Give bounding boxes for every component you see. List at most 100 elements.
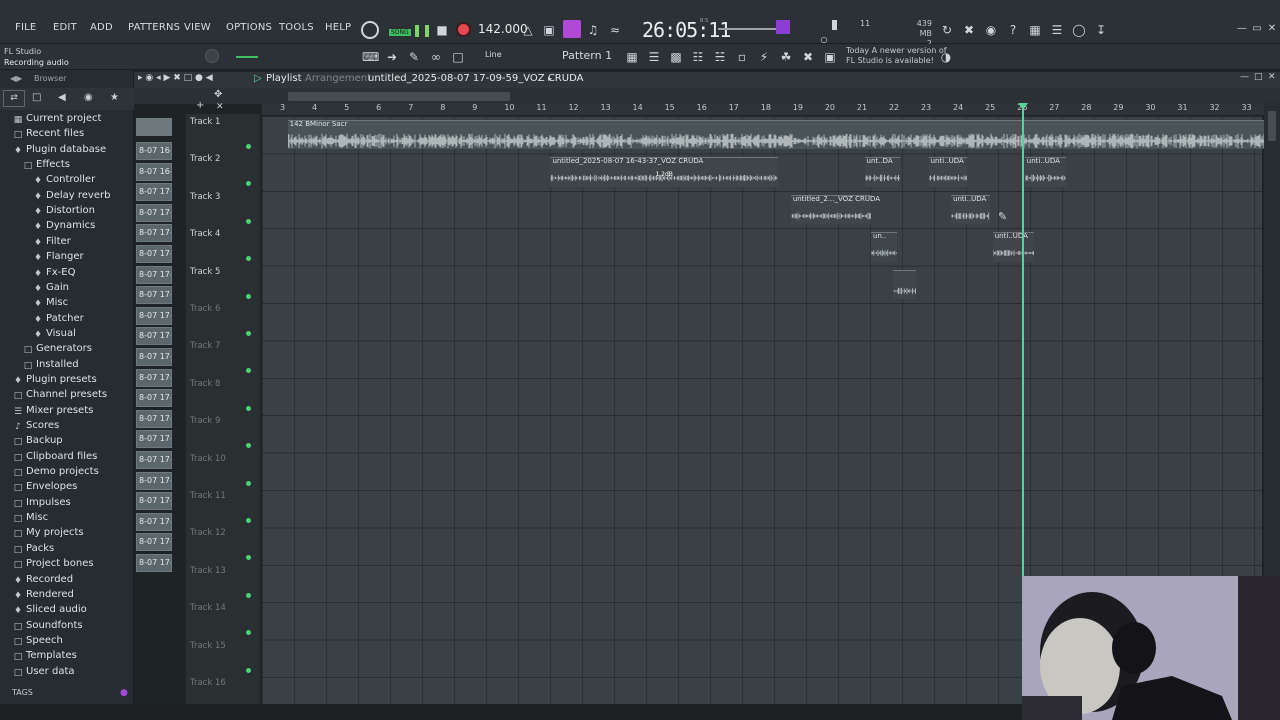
- track-name[interactable]: Track 1: [190, 117, 220, 127]
- news-icon[interactable]: ◑: [938, 49, 954, 65]
- pattern-clip[interactable]: 8-07 17-: [136, 183, 172, 202]
- record-button[interactable]: [456, 22, 471, 37]
- piano-icon[interactable]: ⌨: [362, 49, 379, 65]
- pattern-clip[interactable]: 8-07 17-: [136, 245, 172, 263]
- track-name[interactable]: Track 3: [190, 192, 220, 202]
- track-name[interactable]: Track 8: [190, 379, 220, 389]
- track-name[interactable]: Track 14: [190, 603, 226, 613]
- audio-clip[interactable]: unti..UDA: [992, 232, 1035, 262]
- track-mute-led[interactable]: [246, 630, 251, 636]
- track-mute-led[interactable]: [246, 518, 251, 523]
- pattern-clip[interactable]: 8-07 17-: [136, 554, 172, 572]
- browser-item[interactable]: □ Speech: [13, 633, 63, 648]
- browser-item[interactable]: □ Generators: [23, 341, 92, 356]
- stamp-icon[interactable]: □: [450, 49, 466, 65]
- loop-icon[interactable]: [361, 21, 379, 39]
- browser-item[interactable]: ♦ Delay reverb: [33, 188, 110, 203]
- pattern-clip[interactable]: 8-07 16-: [136, 162, 172, 181]
- add-track-icon[interactable]: +: [196, 100, 204, 111]
- vertical-slider[interactable]: [832, 20, 837, 30]
- browser-item[interactable]: □ Soundfonts: [13, 618, 83, 633]
- track-name[interactable]: Track 4: [190, 229, 220, 239]
- track-mute-led[interactable]: [246, 293, 251, 299]
- audio-clip[interactable]: 142 BMinor Sacr: [287, 120, 1280, 150]
- song-mode-badge[interactable]: SONG: [389, 29, 411, 36]
- brush-icon[interactable]: ✎: [406, 49, 422, 65]
- pattern-clip[interactable]: 8-07 17-: [136, 224, 172, 243]
- track-mute-led[interactable]: [246, 555, 251, 561]
- browser-item[interactable]: ♦ Gain: [33, 280, 69, 295]
- playlist-minimize-icon[interactable]: —: [1240, 72, 1249, 82]
- browser-item[interactable]: ♦ Plugin database: [13, 142, 106, 157]
- wait-input-icon[interactable]: ▣: [541, 22, 557, 38]
- browser-item[interactable]: □ Backup: [13, 433, 63, 448]
- pattern-clip[interactable]: 8-07 17-: [136, 203, 172, 222]
- pattern-clip[interactable]: 8-07 16-: [136, 142, 172, 160]
- master-knob[interactable]: [205, 49, 219, 63]
- metronome-icon[interactable]: △: [520, 22, 536, 38]
- master-pitch-knob[interactable]: [776, 20, 790, 34]
- pattern-clip[interactable]: 8-07 17-: [136, 348, 172, 366]
- pattern-clip[interactable]: 8-07 17-: [136, 533, 172, 552]
- browser-back-icon[interactable]: ◀: [58, 92, 66, 103]
- close-window-icon[interactable]: ✕: [1264, 21, 1280, 37]
- pattern-clip[interactable]: 8-07 17-: [136, 306, 172, 325]
- mute-icon[interactable]: ✖: [800, 49, 816, 65]
- track-name[interactable]: Track 2: [190, 154, 220, 164]
- browser-refresh-icon[interactable]: ◉: [84, 92, 93, 103]
- track-mute-led[interactable]: [246, 667, 251, 673]
- menu-view[interactable]: VIEW: [184, 22, 211, 33]
- track-mute-led[interactable]: [246, 443, 251, 449]
- browser-item[interactable]: □ Demo projects: [13, 464, 99, 479]
- audio-clip[interactable]: un..: [870, 232, 897, 262]
- menu-options[interactable]: OPTIONS: [226, 22, 272, 33]
- stop-icon[interactable]: ■: [434, 22, 450, 38]
- browser-item[interactable]: ♦ Rendered: [13, 587, 74, 602]
- playlist-close-icon[interactable]: ✕: [1268, 72, 1276, 82]
- browser-item[interactable]: □ Misc: [13, 510, 48, 525]
- browser-item[interactable]: ♦ Fx-EQ: [33, 265, 76, 280]
- download-icon[interactable]: ↧: [1093, 22, 1109, 38]
- pattern-clip[interactable]: 8-07 17-: [136, 286, 172, 305]
- menu-file[interactable]: FILE: [15, 22, 36, 33]
- track-name[interactable]: Track 13: [190, 566, 226, 576]
- channel-rack-icon[interactable]: ▦: [624, 49, 640, 65]
- track-mute-led[interactable]: [246, 218, 251, 224]
- audio-clip[interactable]: unti..UDA: [1024, 157, 1067, 187]
- piano-roll-icon[interactable]: ▩: [668, 49, 684, 65]
- browser-item[interactable]: □ Impulses: [13, 495, 71, 510]
- track-name[interactable]: Track 7: [190, 341, 220, 351]
- track-name[interactable]: Track 5: [190, 267, 220, 277]
- browser-item[interactable]: □ My projects: [13, 525, 84, 540]
- browser-item[interactable]: ♦ Distortion: [33, 203, 95, 218]
- browser-item[interactable]: □ Project bones: [13, 556, 94, 571]
- master-volume-slider[interactable]: [718, 28, 776, 30]
- track-mute-led[interactable]: [246, 144, 251, 149]
- snap-selector[interactable]: Line: [485, 50, 545, 64]
- browser-item[interactable]: ♦ Dynamics: [33, 218, 95, 233]
- pattern-clip[interactable]: 8-07 17-: [136, 492, 172, 511]
- timeline-ruler[interactable]: 3 4 5 6 7 8 9 10 11 12 13 14 15 16 17 18 19 20 21 22 23 24 25 2…: [262, 103, 1264, 115]
- browser-arrows-icon[interactable]: ◀▶: [10, 74, 22, 83]
- browser-item[interactable]: ♦ Sliced audio: [13, 602, 87, 617]
- track-mute-led[interactable]: [246, 368, 251, 374]
- menu-edit[interactable]: EDIT: [53, 22, 77, 33]
- channel-icon[interactable]: ☵: [712, 49, 728, 65]
- horizontal-scrollbar[interactable]: [288, 92, 510, 101]
- browser-item[interactable]: □ Channel presets: [13, 387, 107, 402]
- browser-item[interactable]: ♦ Filter: [33, 234, 71, 249]
- cart-icon[interactable]: ▣: [822, 49, 838, 65]
- arrow-right-icon[interactable]: ➜: [384, 49, 400, 65]
- save-icon[interactable]: ▦: [1027, 22, 1043, 38]
- vertical-scroll-thumb[interactable]: [1268, 111, 1276, 141]
- browser-item[interactable]: □ User data: [13, 664, 75, 679]
- mixer-window-icon[interactable]: ☷: [690, 49, 706, 65]
- news-panel[interactable]: Today A newer version of FL Studio is av…: [846, 46, 947, 66]
- audio-clip[interactable]: untitled_2..._VOZ CRUDA: [790, 194, 880, 225]
- cut-icon[interactable]: ✖: [961, 22, 977, 38]
- remove-track-icon[interactable]: ✕: [216, 102, 224, 112]
- pattern-clip[interactable]: 8-07 17-: [136, 327, 172, 346]
- browser-item[interactable]: ♦ Recorded: [13, 572, 73, 587]
- menu-add[interactable]: ADD: [90, 22, 113, 33]
- audio-clip[interactable]: untitled_2025-08-07 16-43-37_VOZ CRUDA 1.…: [550, 157, 778, 187]
